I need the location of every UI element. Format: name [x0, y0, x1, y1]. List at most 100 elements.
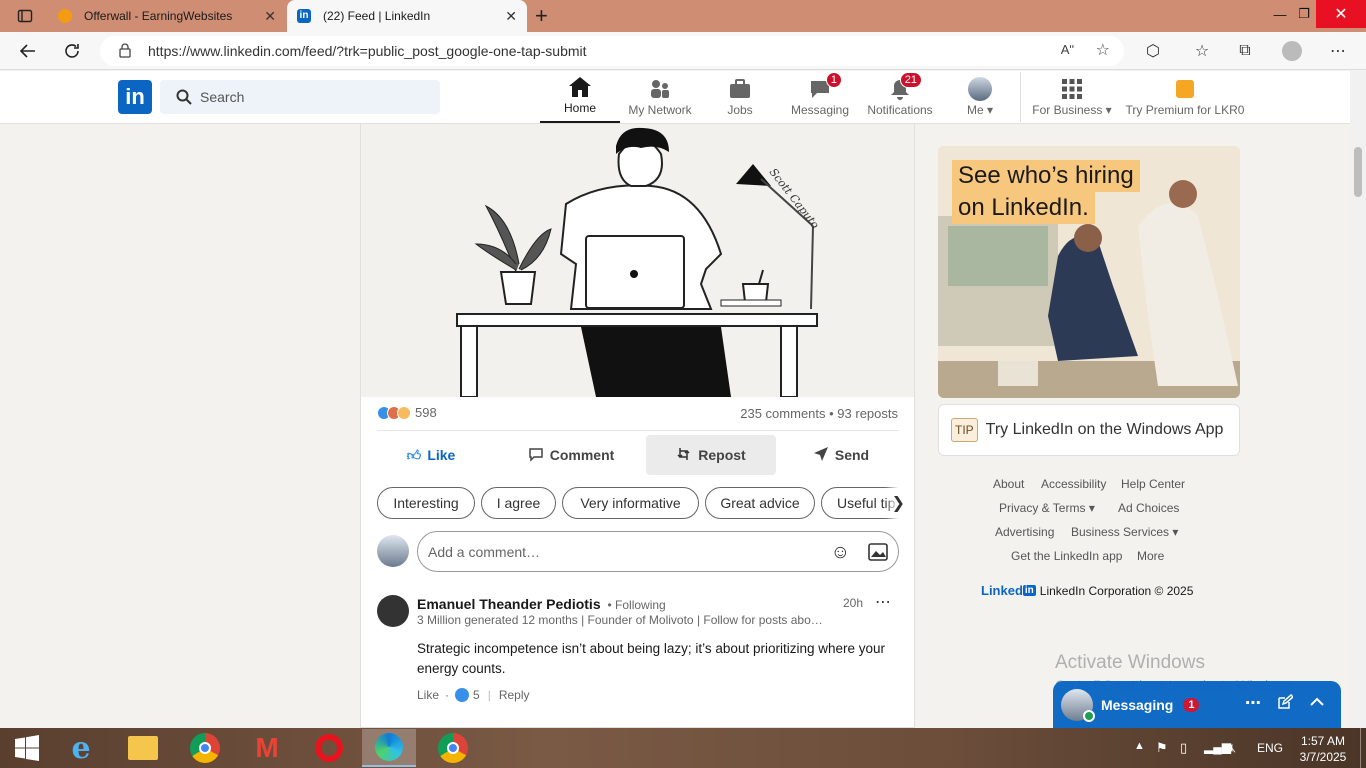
image-icon[interactable]	[868, 543, 888, 564]
gmail-icon[interactable]: M	[240, 729, 294, 767]
reactions-summary[interactable]: 598	[377, 405, 437, 420]
language-indicator[interactable]: ENG	[1257, 741, 1283, 755]
comments-reposts-count[interactable]: 235 comments • 93 reposts	[740, 406, 898, 421]
restore-icon[interactable]: ❐	[1290, 2, 1318, 26]
scrollbar[interactable]	[1350, 71, 1366, 728]
tray-chevron-up-icon[interactable]: ▲	[1134, 740, 1145, 752]
search-input[interactable]: Search	[160, 80, 440, 114]
windows-start-icon[interactable]	[0, 729, 54, 767]
footer-help-center[interactable]: Help Center	[1121, 477, 1185, 491]
footer-ad-choices[interactable]: Ad Choices	[1118, 501, 1179, 515]
nav-home[interactable]: Home	[540, 74, 620, 123]
back-icon[interactable]	[13, 36, 43, 66]
like-reaction-icon	[455, 688, 470, 702]
tab-offerwall[interactable]: Offerwall - EarningWebsites ✕	[48, 0, 286, 32]
footer-privacy-terms[interactable]: Privacy & Terms ▾	[999, 501, 1095, 515]
close-tab-icon[interactable]: ✕	[505, 8, 517, 25]
favorite-star-icon[interactable]: ☆	[1096, 40, 1110, 60]
send-button[interactable]: Send	[791, 435, 891, 475]
footer-get-app[interactable]: Get the LinkedIn app	[1011, 549, 1122, 563]
home-icon	[568, 76, 592, 98]
url-input[interactable]: https://www.linkedin.com/feed/?trk=publi…	[100, 36, 1124, 66]
messaging-unread-badge: 1	[1183, 697, 1200, 712]
tab-actions-icon[interactable]	[10, 1, 40, 31]
nav-my-network[interactable]: My Network	[620, 74, 700, 123]
promo-ad[interactable]: See who’s hiring on LinkedIn.	[938, 146, 1240, 398]
internet-explorer-icon[interactable]: e	[54, 729, 108, 767]
suggestion-pill[interactable]: Interesting	[377, 487, 475, 519]
chrome-icon[interactable]	[178, 729, 232, 767]
nav-try-premium[interactable]: Try Premium for LKR0	[1124, 74, 1246, 123]
comment-input[interactable]: Add a comment… ☺	[417, 531, 899, 572]
comment-text: Strategic incompetence isn’t about being…	[417, 641, 886, 676]
chrome-profile-icon[interactable]	[426, 729, 480, 767]
chevron-down-icon: ▾	[1105, 103, 1112, 117]
nav-jobs[interactable]: Jobs	[700, 74, 780, 123]
file-explorer-icon[interactable]	[116, 729, 170, 767]
read-aloud-icon[interactable]: Aʺ	[1061, 42, 1074, 57]
chevron-right-icon[interactable]: ❯	[885, 487, 914, 519]
activate-windows-title: Activate Windows	[1055, 652, 1205, 673]
bell-icon: 21	[888, 72, 922, 100]
footer-business-services[interactable]: Business Services ▾	[1071, 525, 1178, 539]
ad-headline-line1: See who’s hiring	[952, 160, 1140, 192]
offerwall-favicon-icon	[58, 9, 72, 23]
comment-like-button[interactable]: Like	[417, 688, 439, 702]
clock-time: 1:57 AM	[1300, 734, 1346, 748]
nav-notifications[interactable]: 21 Notifications	[860, 72, 940, 123]
chevron-up-icon[interactable]	[1309, 694, 1325, 713]
comment-time: 20h	[843, 596, 864, 610]
edge-icon[interactable]	[362, 729, 416, 767]
volume-icon[interactable]: 🔇︎	[1228, 740, 1236, 756]
lock-icon	[118, 42, 132, 61]
messaging-more-icon[interactable]: ⋯	[1245, 693, 1261, 713]
flag-icon[interactable]: ⚑	[1156, 740, 1168, 756]
clock[interactable]: 1:57 AM 3/7/2025	[1296, 733, 1350, 765]
emoji-icon[interactable]: ☺	[831, 542, 850, 564]
close-tab-icon[interactable]: ✕	[264, 8, 276, 25]
linkedin-logo-small: in	[1022, 585, 1036, 596]
nav-messaging[interactable]: 1 Messaging	[780, 72, 860, 123]
nav-me[interactable]: Me ▾	[940, 74, 1020, 123]
nav-for-business[interactable]: For Business ▾	[1028, 74, 1116, 123]
comment-author-name[interactable]: Emanuel Theander Pediotis • Following	[417, 596, 666, 612]
comment-author-avatar[interactable]	[377, 595, 409, 627]
opera-icon[interactable]	[302, 729, 356, 767]
tab-linkedin[interactable]: in (22) Feed | LinkedIn ✕	[287, 0, 527, 32]
compose-icon[interactable]	[1277, 693, 1295, 713]
suggestion-pill[interactable]: Very informative	[562, 487, 699, 519]
post-image[interactable]: Scott Caputo	[361, 124, 914, 398]
comment-button[interactable]: Comment	[511, 435, 631, 475]
premium-icon	[1173, 78, 1197, 100]
linkedin-logo[interactable]: in	[118, 80, 152, 114]
profile-avatar[interactable]	[1282, 41, 1302, 61]
extensions-icon[interactable]: ⬡	[1138, 36, 1168, 66]
like-button[interactable]: 👍︎ Like	[381, 435, 481, 475]
scrollbar-thumb[interactable]	[1354, 147, 1362, 197]
messaging-widget[interactable]: Messaging 1 ⋯	[1053, 681, 1341, 728]
reaction-icons	[377, 405, 411, 420]
repost-button[interactable]: Repost	[646, 435, 776, 475]
show-desktop-button[interactable]	[1360, 728, 1366, 768]
comment-reply-button[interactable]: Reply	[499, 688, 530, 702]
comment-more-icon[interactable]: ⋯	[875, 592, 891, 612]
suggestion-pill[interactable]: I agree	[481, 487, 556, 519]
new-tab-button[interactable]: +	[535, 3, 548, 29]
footer-about[interactable]: About	[993, 477, 1024, 491]
footer-more[interactable]: More	[1137, 549, 1164, 563]
favorites-icon[interactable]: ☆	[1187, 36, 1217, 66]
network-signal-icon[interactable]: ▂▄▆	[1204, 740, 1231, 754]
battery-icon[interactable]: ▯	[1180, 740, 1187, 756]
footer-advertising[interactable]: Advertising	[995, 525, 1054, 539]
refresh-icon[interactable]	[57, 36, 87, 66]
footer-accessibility[interactable]: Accessibility	[1041, 477, 1106, 491]
windows-app-tip[interactable]: TIP Try LinkedIn on the Windows App	[938, 404, 1240, 456]
suggestion-pill[interactable]: Great advice	[705, 487, 815, 519]
more-menu-icon[interactable]: ⋯	[1323, 36, 1353, 66]
collections-icon[interactable]: ⧉	[1230, 36, 1260, 66]
comment-placeholder: Add a comment…	[428, 543, 541, 560]
window-close-button[interactable]: ✕	[1316, 0, 1366, 28]
network-icon	[648, 78, 672, 100]
grid-icon	[1060, 78, 1084, 100]
avatar	[968, 77, 992, 101]
